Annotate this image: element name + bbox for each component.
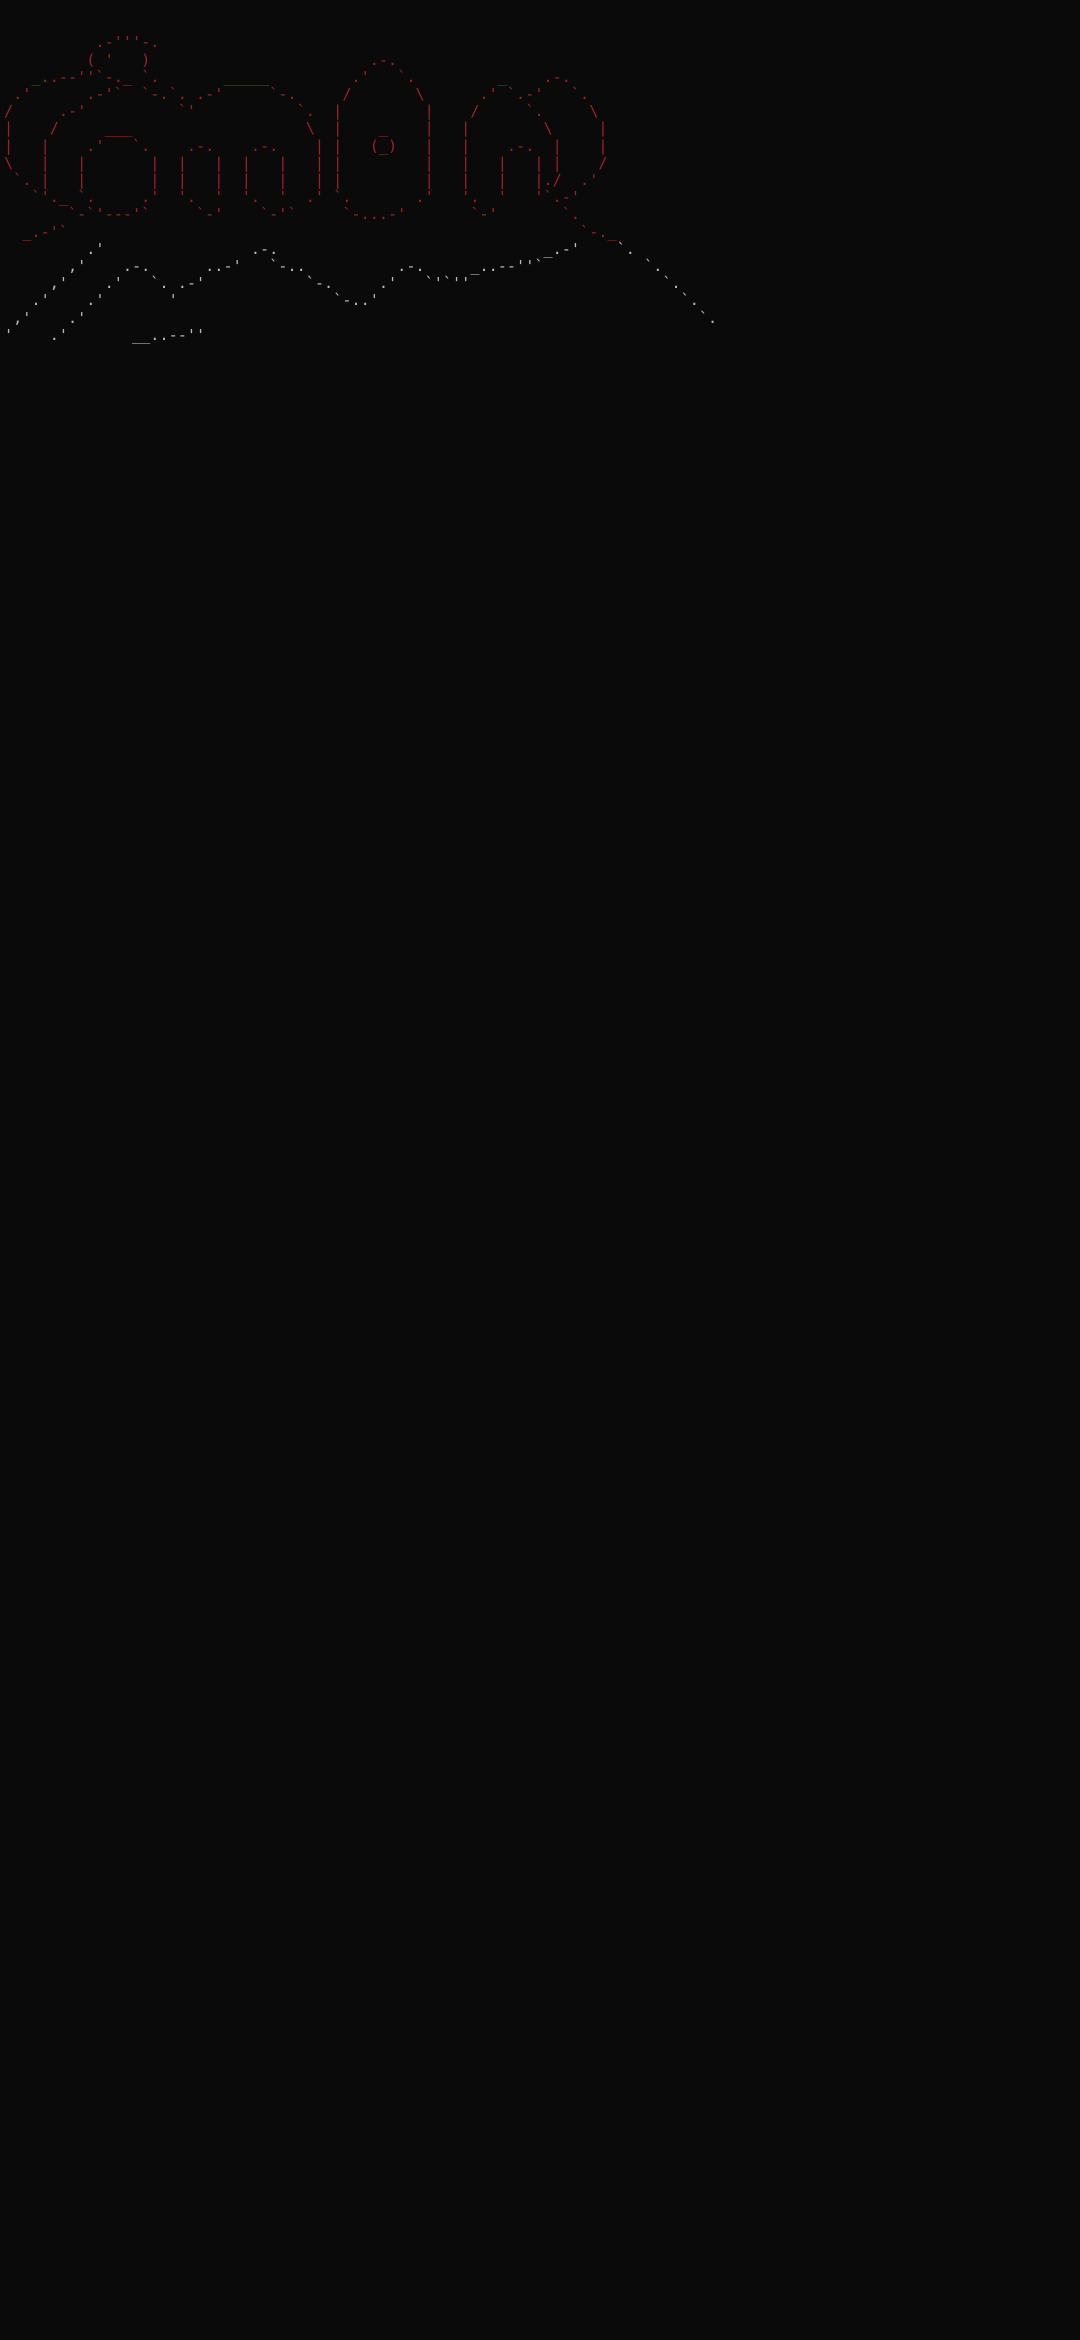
terminal-buffer: .-'''-. ( ' ) .-. _..--''`-._ `. _____ .…	[4, 0, 1076, 344]
app-root: .-'''-. ( ' ) .-. _..--''`-._ `. _____ .…	[0, 0, 1080, 2340]
ascii-banner-2: .' .-. _.-' `. ,' .-. ..-' `-.. .-. _..-…	[4, 239, 718, 344]
terminal-output[interactable]: .-'''-. ( ' ) .-. _..--''`-._ `. _____ .…	[0, 0, 1080, 2180]
ascii-banner-1: .-'''-. ( ' ) .-. _..--''`-._ `. _____ .…	[4, 33, 617, 241]
